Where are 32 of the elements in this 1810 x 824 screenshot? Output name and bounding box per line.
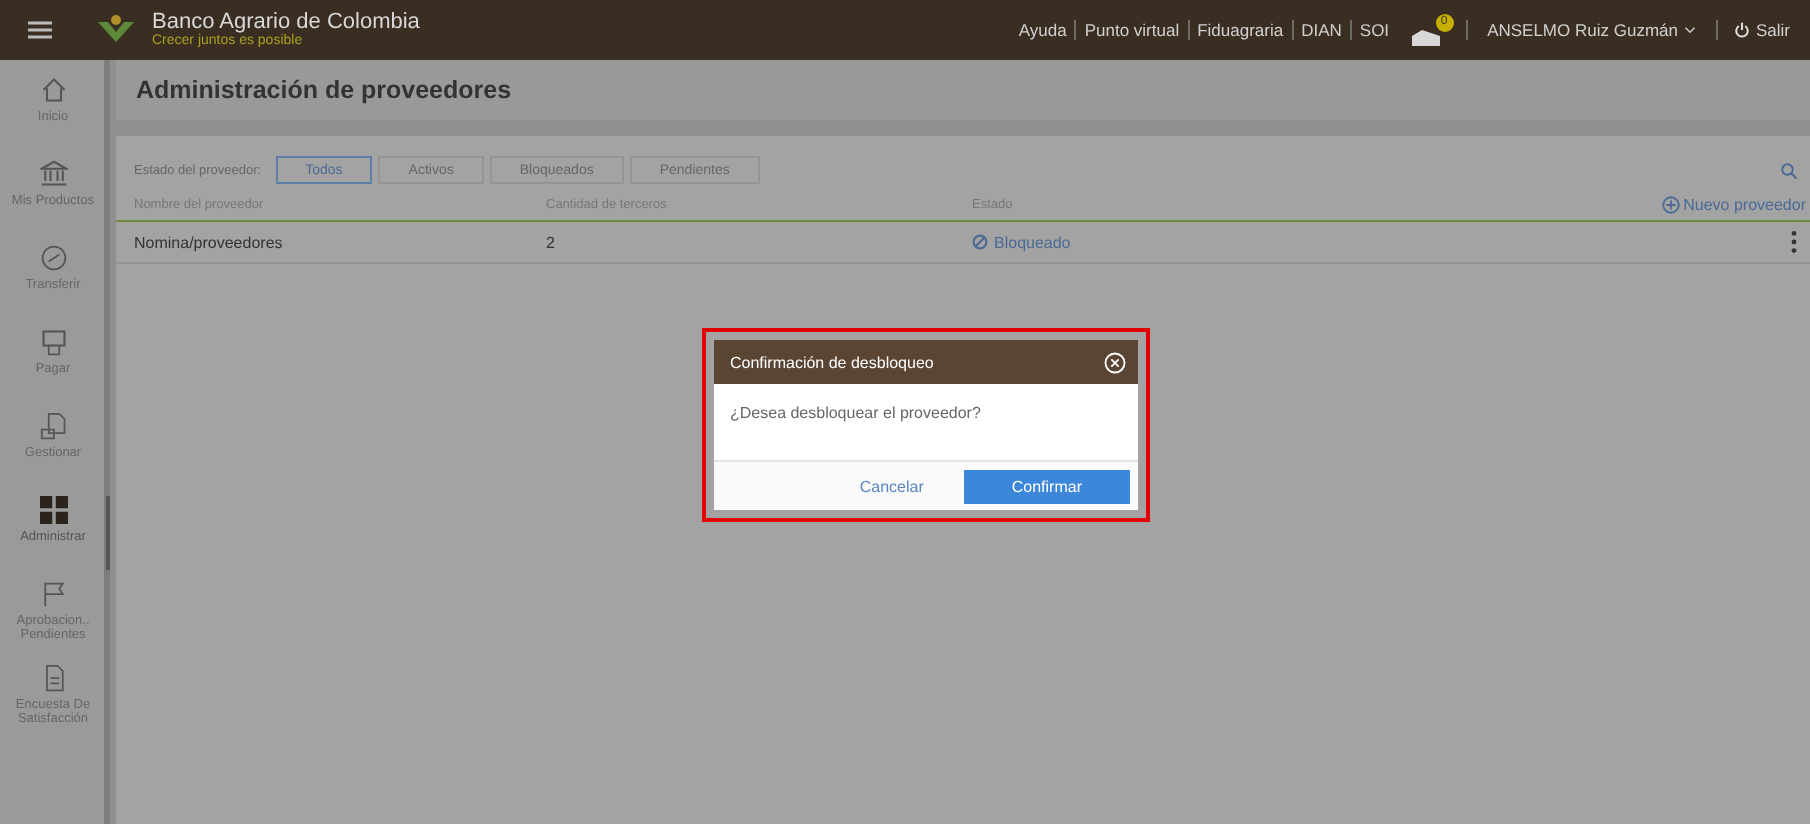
dialog-title: Confirmación de desbloqueo <box>730 353 934 371</box>
confirm-button[interactable]: Confirmar <box>963 470 1130 504</box>
close-icon[interactable] <box>1104 351 1126 373</box>
document-icon <box>39 412 67 440</box>
header-link[interactable]: Punto virtual <box>1074 20 1188 40</box>
header-link[interactable]: Ayuda <box>1010 20 1075 40</box>
plus-circle-icon <box>1661 195 1680 213</box>
home-icon <box>39 76 67 104</box>
user-menu[interactable]: ANSELMO Ruiz Guzmán <box>1465 20 1716 40</box>
logo-icon <box>96 14 136 46</box>
grid-icon <box>39 496 67 524</box>
page-title: Administración de proveedores <box>136 76 512 104</box>
table-cell-text: 2 <box>546 233 557 251</box>
header-link[interactable]: SOI <box>1349 20 1398 40</box>
power-icon <box>1733 22 1750 38</box>
cancel-button[interactable]: Cancelar <box>831 470 952 504</box>
more-options-icon[interactable] <box>1790 230 1798 254</box>
transfer-icon <box>39 244 67 272</box>
status-label: Bloqueado <box>994 233 1071 251</box>
menu-icon[interactable] <box>28 20 52 40</box>
bank-name: Banco Agrario de Colombia <box>152 12 420 34</box>
flag-icon <box>39 580 67 608</box>
table-cell-text: Nomina/proveedores <box>134 233 285 251</box>
header-link[interactable]: DIAN <box>1291 20 1350 40</box>
blocked-icon <box>972 234 988 250</box>
chevron-down-icon <box>1683 26 1696 34</box>
header-link[interactable]: Fiduagraria <box>1187 20 1292 40</box>
logout-button[interactable]: Salir <box>1715 20 1798 40</box>
pay-icon <box>39 328 67 356</box>
bank-icon <box>39 160 67 188</box>
dialog-message: ¿Desea desbloquear el proveedor? <box>728 402 983 426</box>
new-provider-link[interactable]: Nuevo proveedor <box>1661 195 1806 213</box>
